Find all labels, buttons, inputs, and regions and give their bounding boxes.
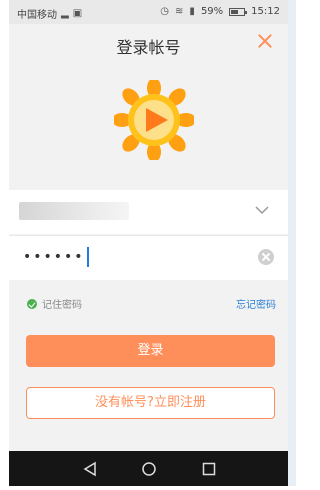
wifi-icon: ≋: [175, 5, 184, 17]
sun-play-logo: [114, 80, 194, 160]
close-icon[interactable]: [256, 32, 274, 50]
clear-icon[interactable]: [258, 249, 274, 265]
window-edge: [288, 0, 296, 490]
remember-password-label: 记住密码: [42, 300, 82, 311]
clock: 15:12: [251, 6, 280, 17]
status-bar: 中国移动 ▂ ▣ ◷ ≋ ▮ 59% 15:12: [9, 0, 288, 24]
register-button[interactable]: 没有帐号?立即注册: [26, 387, 275, 419]
page-title: 登录帐号: [116, 38, 181, 57]
text-cursor: [87, 247, 89, 267]
image-notification-icon: ▣: [72, 7, 83, 19]
username-value-blurred: [19, 202, 129, 220]
android-nav-bar: [9, 451, 288, 486]
home-icon[interactable]: [140, 460, 158, 478]
back-icon[interactable]: [81, 460, 99, 478]
sim-icon: ▮: [189, 5, 195, 17]
password-field[interactable]: ••••••: [9, 235, 288, 280]
battery-percent: 59%: [200, 6, 224, 17]
password-value: ••••••: [23, 249, 85, 265]
login-button[interactable]: 登录: [26, 335, 275, 367]
alarm-icon: ◷: [160, 5, 170, 17]
recents-icon[interactable]: [200, 460, 218, 478]
checkmark-icon: [27, 298, 37, 309]
header: 登录帐号: [9, 24, 288, 62]
phone-screen: 中国移动 ▂ ▣ ◷ ≋ ▮ 59% 15:12 登录帐号 •••••• 记住密…: [9, 0, 288, 486]
username-field[interactable]: [9, 190, 288, 234]
carrier-label: 中国移动: [17, 10, 57, 21]
forgot-password-link[interactable]: 忘记密码: [236, 296, 276, 311]
remember-password-toggle[interactable]: 记住密码: [27, 296, 82, 311]
window-bottom-edge: [0, 486, 296, 490]
signal-icon: ▂: [61, 7, 69, 19]
battery-icon: [229, 7, 248, 16]
chevron-down-icon[interactable]: [254, 202, 270, 218]
